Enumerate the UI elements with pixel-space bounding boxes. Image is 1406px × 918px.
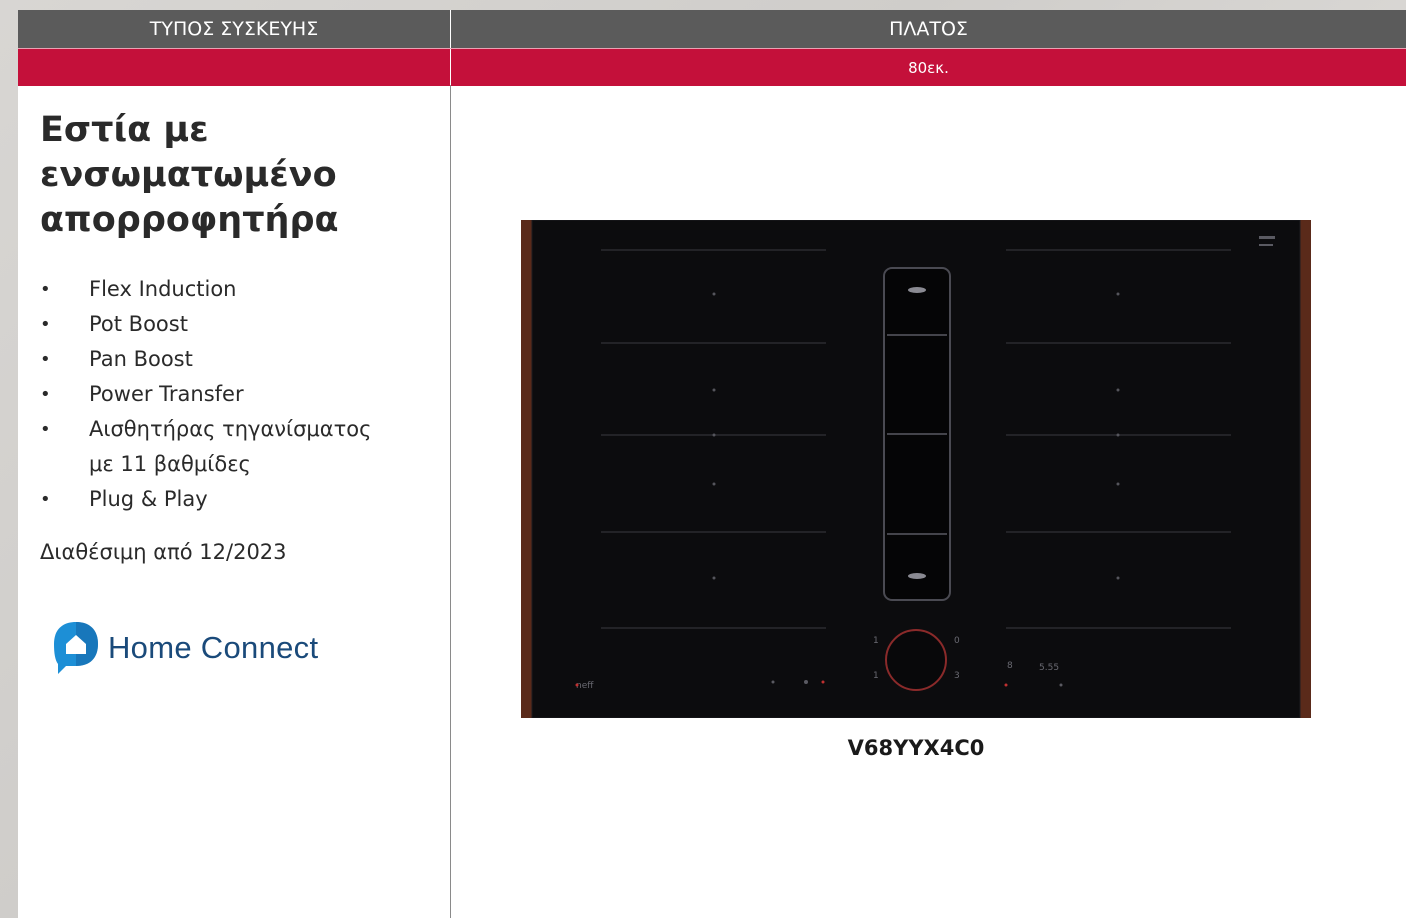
feature-item: Power Transfer — [40, 377, 440, 412]
feature-item: Αισθητήρας τηγανίσματος με 11 βαθμίδες — [40, 412, 389, 482]
svg-text:3: 3 — [954, 671, 960, 681]
availability-text: Διαθέσιμη από 12/2023 — [40, 540, 287, 564]
column-divider — [450, 85, 451, 918]
cooktop-image: 1 1 0 3 8 5.55 neff — [521, 220, 1311, 718]
home-connect-wordmark: Home Connect — [108, 630, 319, 665]
svg-text:0: 0 — [954, 636, 960, 646]
home-connect-icon — [54, 622, 98, 674]
feature-item: Pot Boost — [40, 307, 440, 342]
header-appliance-type: ΤΥΠΟΣ ΣΥΣΚΕΥΗΣ — [18, 10, 451, 48]
header-width: ΠΛΑΤΟΣ — [889, 18, 968, 40]
width-value: 80εκ. — [908, 58, 949, 77]
svg-text:1: 1 — [873, 636, 879, 646]
svg-text:neff: neff — [576, 681, 594, 691]
feature-list: Flex Induction Pot Boost Pan Boost Power… — [40, 272, 440, 517]
product-sheet: ΤΥΠΟΣ ΣΥΣΚΕΥΗΣ ΠΛΑΤΟΣ 80εκ. Εστία με ενσ… — [18, 10, 1406, 918]
feature-item: Pan Boost — [40, 342, 440, 377]
table-header-row: ΤΥΠΟΣ ΣΥΣΚΕΥΗΣ ΠΛΑΤΟΣ — [18, 10, 1406, 48]
svg-text:8: 8 — [1007, 661, 1013, 671]
width-value-row: 80εκ. — [18, 48, 1406, 86]
feature-item: Flex Induction — [40, 272, 440, 307]
product-title: Εστία με ενσωματωμένο απορροφητήρα — [40, 110, 339, 240]
feature-item: Plug & Play — [40, 482, 440, 517]
width-row-spacer — [18, 49, 451, 86]
model-number: V68YYX4C0 — [847, 736, 985, 760]
svg-text:1: 1 — [873, 671, 879, 681]
home-connect-logo: Home Connect — [52, 620, 318, 676]
svg-text:5.55: 5.55 — [1039, 663, 1059, 673]
